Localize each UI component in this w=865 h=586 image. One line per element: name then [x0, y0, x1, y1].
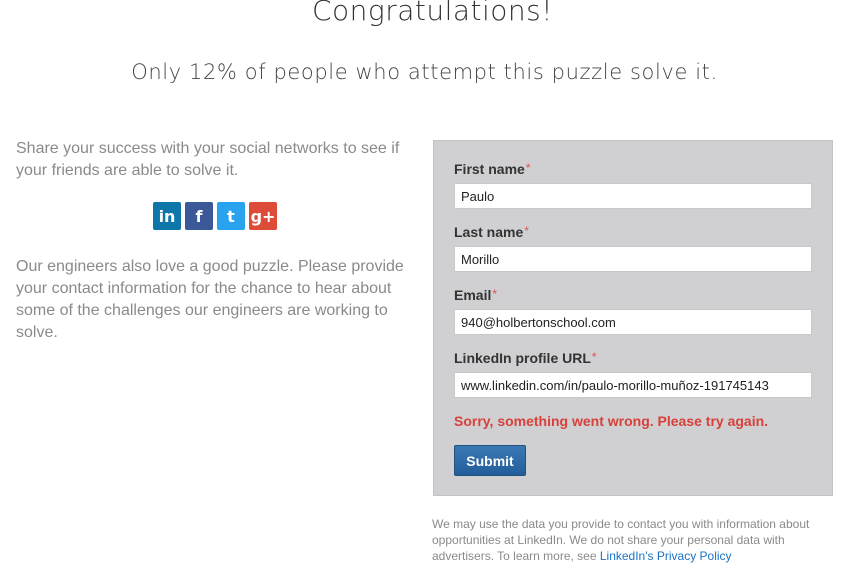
linkedin-icon[interactable]: in	[153, 202, 181, 230]
error-message: Sorry, something went wrong. Please try …	[454, 413, 769, 429]
page-title: Congratulations!	[311, 0, 553, 27]
first-name-group: First name*	[454, 161, 812, 209]
last-name-label: Last name*	[454, 224, 529, 240]
last-name-input[interactable]	[454, 246, 812, 272]
twitter-icon[interactable]: t	[217, 202, 245, 230]
linkedin-url-input[interactable]	[454, 372, 812, 398]
google-plus-icon[interactable]: g+	[249, 202, 277, 230]
linkedin-url-label: LinkedIn profile URL*	[454, 350, 597, 366]
left-column: Share your success with your social netw…	[16, 138, 408, 344]
submit-button[interactable]: Submit	[454, 445, 526, 476]
page-subtitle: Only 12% of people who attempt this puzz…	[131, 60, 718, 84]
first-name-input[interactable]	[454, 183, 812, 209]
privacy-disclaimer: We may use the data you provide to conta…	[432, 516, 832, 564]
required-marker: *	[525, 161, 531, 175]
required-marker: *	[591, 350, 597, 364]
email-input[interactable]	[454, 309, 812, 335]
contact-form: First name* Last name* Email* LinkedIn p…	[433, 140, 833, 496]
social-share-row: in f t g+	[153, 202, 408, 230]
required-marker: *	[492, 287, 498, 301]
share-text: Share your success with your social netw…	[16, 140, 400, 179]
facebook-icon[interactable]: f	[185, 202, 213, 230]
email-label: Email*	[454, 287, 498, 303]
linkedin-url-group: LinkedIn profile URL*	[454, 350, 812, 398]
email-group: Email*	[454, 287, 812, 335]
privacy-policy-link[interactable]: LinkedIn's Privacy Policy	[600, 549, 732, 563]
first-name-label: First name*	[454, 161, 531, 177]
last-name-group: Last name*	[454, 224, 812, 272]
engineers-text: Our engineers also love a good puzzle. P…	[16, 258, 404, 341]
required-marker: *	[524, 224, 529, 238]
